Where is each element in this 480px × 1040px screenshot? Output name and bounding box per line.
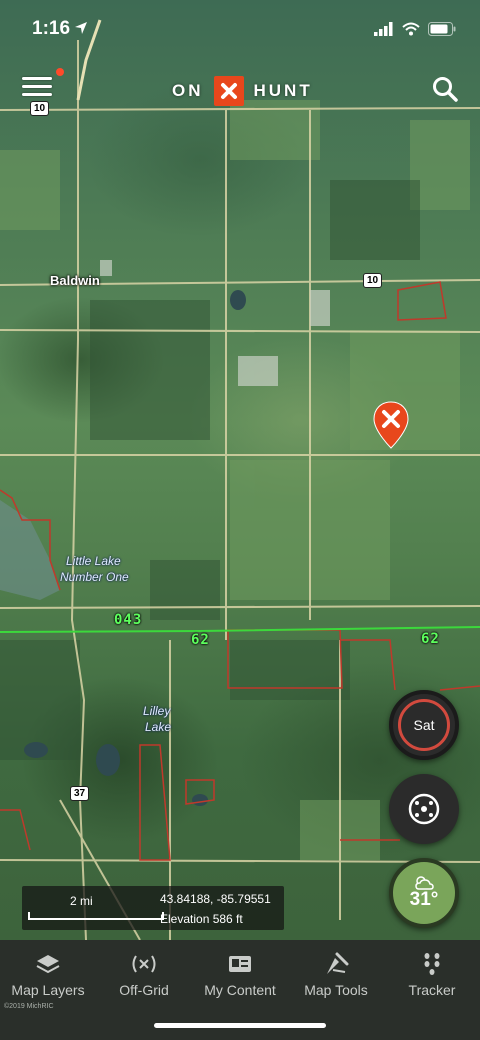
nav-label-off-grid: Off-Grid [119,982,169,998]
weather-temperature: 31° [409,889,439,910]
menu-button[interactable] [22,72,56,106]
nav-label-my-content: My Content [204,982,276,998]
layer-toggle-label: Sat [398,699,450,751]
home-indicator[interactable] [154,1023,326,1028]
unit-label-043: 043 [114,612,143,628]
logo-x-icon [213,76,244,106]
layer-toggle-button[interactable]: Sat [389,690,459,760]
cellular-signal-icon [374,22,393,36]
logo-text-right: HUNT [253,81,313,100]
onx-hunt-logo: ON HUNT [172,76,313,106]
town-label: Baldwin [50,273,100,288]
lake2-label-line1: Lilley [143,704,171,718]
nav-tracker[interactable]: Tracker [384,952,480,998]
status-time: 1:16 [32,18,71,39]
nav-map-layers[interactable]: Map Layers [0,952,96,998]
nav-map-tools[interactable]: Map Tools [288,952,384,998]
map-info-box: 2 mi 43.84188, -85.79551 Elevation 586 f… [22,886,284,930]
scale-bar [28,912,164,920]
weather-button[interactable]: 31° [389,858,459,928]
nav-label-map-tools: Map Tools [304,982,368,998]
marker-pin-icon [373,401,409,449]
notification-dot [56,68,64,76]
route-shield-10-right: 10 [363,273,383,288]
crosshair-icon [408,793,440,825]
route-shield-37: 37 [70,786,90,801]
status-bar: 1:16 [0,0,480,54]
nav-my-content[interactable]: My Content [192,952,288,998]
search-icon [433,77,458,102]
nav-label-map-layers: Map Layers [11,982,85,998]
wifi-icon [402,22,420,36]
coordinates: 43.84188, -85.79551 [160,892,271,906]
battery-icon [428,22,456,36]
unit-label-62-left: 62 [191,632,210,648]
nav-label-tracker: Tracker [408,982,456,998]
scale-label: 2 mi [70,894,93,908]
menu-icon-bar [22,85,52,88]
map-tools-icon [327,952,349,974]
location-arrow-icon [75,22,87,34]
elevation: Elevation 586 ft [160,912,243,926]
menu-icon [22,77,52,80]
tracker-icon [424,953,440,975]
logo-text-left: ON [172,81,204,100]
unit-label-62-right: 62 [421,631,440,647]
menu-icon-bar [22,93,52,96]
lake2-label-line2: Lake [145,720,172,734]
off-grid-icon [132,955,156,973]
system-icons [374,22,456,36]
map-copyright: ©2019 MichRIC [4,1003,54,1010]
nav-off-grid[interactable]: Off-Grid [96,952,192,998]
search-button[interactable] [432,76,458,107]
lake-label-line2: Number One [60,570,129,584]
my-content-icon [229,956,251,972]
map-layers-icon [36,955,60,974]
lake-label-line1: Little Lake [66,554,121,568]
gps-location-button[interactable] [389,774,459,844]
